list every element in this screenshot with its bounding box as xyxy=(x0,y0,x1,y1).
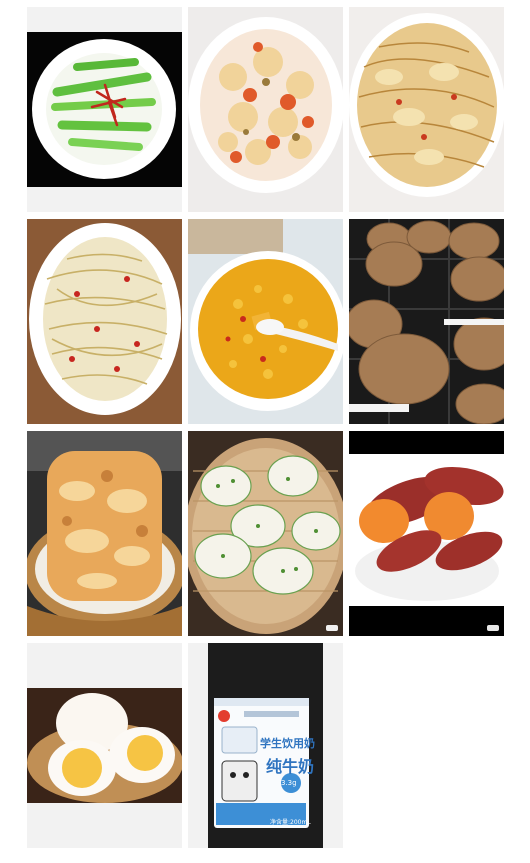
photo-celery-stir-fry[interactable] xyxy=(27,7,182,212)
flatbread-image xyxy=(27,431,182,636)
porridge-image xyxy=(188,219,343,424)
photo-pumpkin-porridge[interactable] xyxy=(188,219,343,424)
cauliflower-dish-image xyxy=(188,7,343,212)
photo-cabbage-noodles[interactable] xyxy=(349,7,504,212)
milk-carton-volume: 净含量:200mL xyxy=(270,819,311,826)
buns-image xyxy=(349,219,504,424)
photo-bean-sprouts[interactable] xyxy=(27,219,182,424)
photo-sweet-potatoes[interactable] xyxy=(349,431,504,636)
eggs-image xyxy=(27,643,182,848)
photo-scallion-rolls[interactable] xyxy=(188,431,343,636)
bean-sprouts-image xyxy=(27,219,182,424)
photo-pan-fried-flatbread[interactable] xyxy=(27,431,182,636)
photo-tomato-cauliflower[interactable] xyxy=(188,7,343,212)
photo-milk-carton[interactable]: 学生饮用奶 纯牛奶 3.3g 净含量:200mL xyxy=(188,643,343,848)
scallion-rolls-image xyxy=(188,431,343,636)
milk-carton-line2: 纯牛奶 xyxy=(266,757,315,776)
milk-carton-badge: 3.3g xyxy=(281,779,297,787)
milk-carton-line1: 学生饮用奶 xyxy=(260,737,315,750)
photo-boiled-eggs[interactable] xyxy=(27,643,182,848)
celery-dish-image xyxy=(27,7,182,212)
photo-brown-sugar-buns[interactable] xyxy=(349,219,504,424)
sweet-potatoes-image xyxy=(349,431,504,636)
cabbage-dish-image xyxy=(349,7,504,212)
photo-grid: 学生饮用奶 纯牛奶 3.3g 净含量:200mL xyxy=(0,0,530,863)
